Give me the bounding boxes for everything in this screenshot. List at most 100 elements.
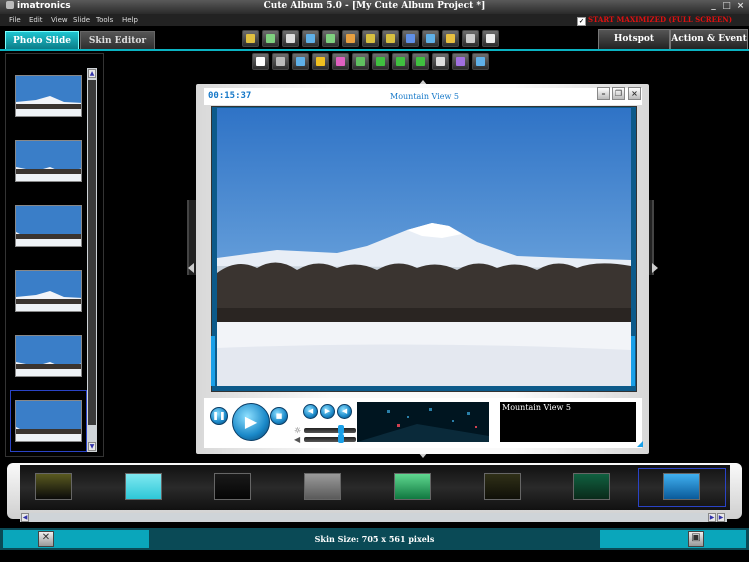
rewind-button[interactable]: ◀ <box>337 404 352 419</box>
toolbar-button-contrast[interactable] <box>272 53 289 70</box>
tab-action-event[interactable]: Action & Event <box>670 29 748 50</box>
toolbar-button-resize[interactable] <box>322 30 339 47</box>
skin-thumbnail[interactable] <box>484 473 521 500</box>
scroll-right-end-icon[interactable]: ▶ <box>717 513 725 522</box>
skin-thumbnail[interactable] <box>214 473 251 500</box>
window-title: Cute Album 5.0 - [My Cute Album Project … <box>263 1 486 11</box>
close-button[interactable]: × <box>735 1 746 12</box>
next-button[interactable]: ▶ <box>320 404 335 419</box>
copy-icon <box>426 34 435 43</box>
toolbar-button-sun[interactable] <box>312 53 329 70</box>
skin-size-label: Skin Size: 705 x 561 pixels <box>314 534 435 544</box>
photo-frame-accent-left <box>211 336 215 386</box>
stop-button[interactable]: ■ <box>270 407 288 425</box>
toolbar-button-tag-edit[interactable] <box>382 30 399 47</box>
start-maximized-checkbox[interactable]: ✓ START MAXIMIZED (FULL SCREEN) <box>577 15 732 26</box>
volume-knob[interactable] <box>338 434 344 443</box>
photo-list-scrollbar[interactable]: ▲ ▼ <box>87 68 97 452</box>
menu-tools[interactable]: Tools <box>96 16 113 24</box>
contrast-icon <box>276 57 285 66</box>
menu-view[interactable]: View <box>51 16 68 24</box>
toolbar-button-music[interactable] <box>482 30 499 47</box>
scrollbar-thumb[interactable] <box>88 80 96 425</box>
toolbar-button-rotate-right[interactable] <box>392 53 409 70</box>
rotate-left-icon <box>376 57 385 66</box>
play-icon: ▶ <box>244 412 258 431</box>
volume-slider[interactable] <box>304 437 356 442</box>
toolbar-button-color-wheel[interactable] <box>332 53 349 70</box>
toolbar-button-eye[interactable] <box>282 30 299 47</box>
toolbar-button-frame[interactable] <box>292 53 309 70</box>
toolbar-button-refresh[interactable] <box>412 53 429 70</box>
pause-icon: ❚❚ <box>212 411 226 420</box>
skin-thumbnail[interactable] <box>394 473 431 500</box>
close-skin-icon[interactable]: × <box>628 87 641 100</box>
menu-slide[interactable]: Slide <box>73 16 90 24</box>
toolbar-button-rotate-left[interactable] <box>372 53 389 70</box>
restore-skin-icon[interactable]: ❐ <box>612 87 625 100</box>
toolbar-button-layer[interactable] <box>452 53 469 70</box>
photo-thumbnail[interactable] <box>15 270 82 312</box>
play-button[interactable]: ▶ <box>232 403 270 441</box>
photo-thumbnail[interactable] <box>15 75 82 117</box>
toolbar-button-print[interactable] <box>462 30 479 47</box>
scroll-left-arrow-icon[interactable]: ◀ <box>21 513 29 522</box>
toolbar-button-save[interactable] <box>402 30 419 47</box>
resize-grip-icon[interactable] <box>637 441 643 447</box>
skin-strip-scrollbar[interactable]: ◀ ▶ ▶ <box>20 513 727 522</box>
toolbar-button-resize-photo[interactable] <box>472 53 489 70</box>
start-maximized-label: START MAXIMIZED (FULL SCREEN) <box>588 15 733 24</box>
photo-thumbnail[interactable] <box>15 205 82 247</box>
pause-button[interactable]: ❚❚ <box>210 407 228 425</box>
toolbar-button-copy[interactable] <box>422 30 439 47</box>
scroll-right-arrow-icon[interactable]: ▶ <box>708 513 716 522</box>
main-photo-mountain <box>217 108 631 386</box>
brightness-slider[interactable] <box>304 428 356 433</box>
toolbar-button-add-image[interactable] <box>262 30 279 47</box>
restore-button[interactable]: □ <box>721 1 732 12</box>
visualizer-graphic <box>357 402 489 442</box>
skin-thumbnail[interactable] <box>35 473 72 500</box>
menu-edit[interactable]: Edit <box>29 16 43 24</box>
minimize-skin-icon[interactable]: – <box>597 87 610 100</box>
scroll-up-arrow-icon[interactable]: ▲ <box>88 69 96 78</box>
toolbar-button-tag[interactable] <box>362 30 379 47</box>
color-wheel-icon <box>336 57 345 66</box>
photo-thumbnail[interactable] <box>15 140 82 182</box>
circle-white-icon <box>256 57 265 66</box>
toolbar-button-circle-white[interactable] <box>252 53 269 70</box>
toolbar-button-wand[interactable] <box>242 30 259 47</box>
toolbar-button-grid[interactable] <box>342 30 359 47</box>
stop-icon: ■ <box>275 412 283 420</box>
volume-icon: ◀ <box>294 435 301 444</box>
toolbar-button-folder[interactable] <box>442 30 459 47</box>
mountain-thumb-image <box>16 271 81 311</box>
left-resize-arrow-icon[interactable] <box>188 263 194 273</box>
previous-button[interactable]: ◀ <box>303 404 318 419</box>
tab-hotspot[interactable]: Hotspot <box>598 29 670 50</box>
skin-thumbnail[interactable] <box>304 473 341 500</box>
skin-thumbnail[interactable] <box>573 473 610 500</box>
toolbar-button-crop[interactable] <box>432 53 449 70</box>
close-x-icon: ✕ <box>41 532 51 543</box>
fit-window-button[interactable]: ▣ <box>688 531 704 547</box>
eye-icon <box>286 34 295 43</box>
skin-thumbnail[interactable] <box>125 473 162 500</box>
toolbar-button-levels[interactable] <box>352 53 369 70</box>
tab-skin-editor[interactable]: Skin Editor <box>80 31 155 51</box>
delete-skin-button[interactable]: ✕ <box>38 531 54 547</box>
minimize-button[interactable]: _ <box>708 1 719 12</box>
frame-icon <box>296 57 305 66</box>
mountain-thumb-image <box>16 206 81 246</box>
toolbar-button-export[interactable] <box>302 30 319 47</box>
brightness-knob[interactable] <box>338 425 344 434</box>
menu-file[interactable]: File <box>9 16 21 24</box>
tab-photo-slide[interactable]: Photo Slide <box>5 31 79 51</box>
add-image-icon <box>266 34 275 43</box>
elapsed-time: 00:15:37 <box>208 91 252 101</box>
right-resize-arrow-icon[interactable] <box>652 263 658 273</box>
menu-help[interactable]: Help <box>122 16 138 24</box>
photo-thumbnail[interactable] <box>15 335 82 377</box>
tab-underline <box>0 49 749 51</box>
scroll-down-arrow-icon[interactable]: ▼ <box>88 442 96 451</box>
